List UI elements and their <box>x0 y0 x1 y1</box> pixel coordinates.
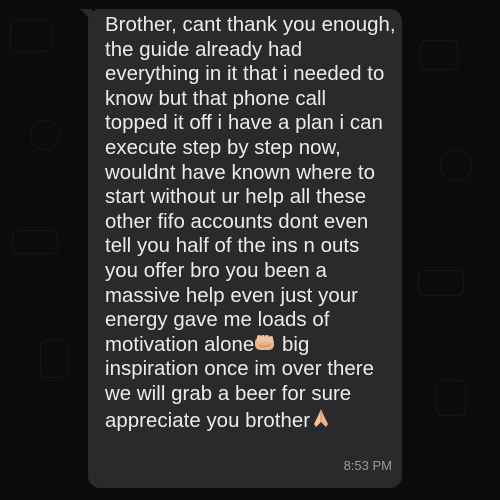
message-line: inspiration once im over there <box>105 358 374 381</box>
wallpaper-doodle <box>436 380 466 416</box>
message-line: know but that phone call <box>105 87 327 110</box>
message-line: everything in it that i needed to <box>105 63 385 86</box>
wallpaper-doodle <box>418 270 464 296</box>
message-line: motivation alone <box>105 333 255 356</box>
message-line: massive help even just your <box>105 284 358 307</box>
message-text: Brother, cant thank you enough, the guid… <box>105 13 405 433</box>
message-line-tail: big <box>276 333 310 356</box>
wallpaper-doodle <box>440 150 472 182</box>
wallpaper-doodle <box>420 40 458 70</box>
fist-bump-icon <box>255 334 275 350</box>
message-line: execute step by step now, <box>105 136 341 159</box>
wallpaper-doodle <box>12 230 58 254</box>
message-line: you offer bro you been a <box>105 259 327 282</box>
message-line: wouldnt have known where to <box>105 161 375 184</box>
message-line: tell you half of the ins n outs <box>105 235 360 258</box>
message-line: other fifo accounts dont even <box>105 210 369 233</box>
wallpaper-doodle <box>30 120 60 150</box>
message-line: Brother, cant thank you enough, <box>105 14 396 36</box>
wallpaper-doodle <box>10 20 52 52</box>
message-line: energy gave me loads of <box>105 309 330 332</box>
message-line: the guide already had <box>105 38 303 61</box>
message-line: appreciate you brother <box>105 409 311 432</box>
message-line: start without ur help all these <box>105 186 367 209</box>
praying-hands-icon <box>314 408 329 427</box>
message-timestamp: 8:53 PM <box>343 458 392 473</box>
message-line: we will grab a beer for sure <box>105 382 352 405</box>
message-line: topped it off i have a plan i can <box>105 112 383 135</box>
wallpaper-doodle <box>40 340 68 378</box>
